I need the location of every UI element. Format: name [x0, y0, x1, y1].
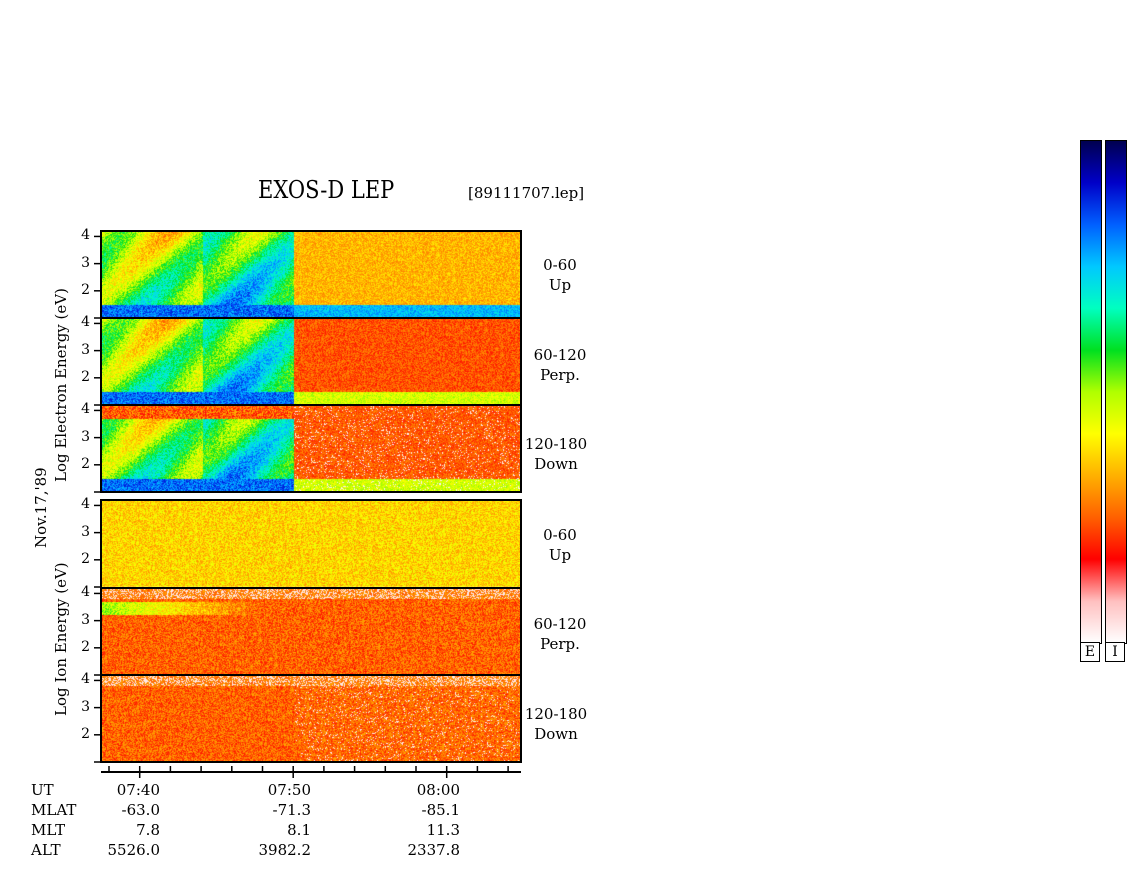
- mlat-value-3: -85.1: [421, 801, 460, 819]
- ut-value-2: 07:50: [267, 781, 311, 799]
- panel-label-4: 0-60 Up: [543, 526, 577, 564]
- alt-value-2: 3982.2: [258, 841, 312, 859]
- y-tick-label: 2: [81, 281, 90, 298]
- mlt-value-1: 7.8: [136, 821, 160, 839]
- electron-colorbar: [1080, 140, 1102, 644]
- ion-panel-frame: [100, 499, 522, 763]
- ut-value-3: 08:00: [416, 781, 460, 799]
- alt-value-3: 2337.8: [407, 841, 461, 859]
- y-tick-label: 2: [81, 550, 90, 567]
- y-tick-label: 2: [81, 725, 90, 742]
- mlat-value-2: -71.3: [272, 801, 311, 819]
- ephemeris-label-ut: UT: [31, 781, 54, 799]
- y-tick-label: 3: [81, 428, 90, 445]
- ion-colorbar-label: I: [1105, 642, 1125, 662]
- panel-label-2: 60-120 Perp.: [533, 346, 587, 384]
- mlt-value-2: 8.1: [287, 821, 311, 839]
- mlt-value-3: 11.3: [426, 821, 460, 839]
- y-tick-label: 2: [81, 455, 90, 472]
- panel-label-1: 0-60 Up: [543, 256, 577, 294]
- electron-colorbar-label: E: [1080, 642, 1100, 662]
- y-tick-label: 4: [81, 671, 90, 688]
- y-tick-label: 4: [81, 401, 90, 418]
- y-tick-label: 3: [81, 254, 90, 271]
- y-tick-label: 2: [81, 638, 90, 655]
- mlat-value-1: -63.0: [121, 801, 160, 819]
- ion-y-axis-label: Log Ion Energy (eV): [52, 562, 70, 716]
- y-tick-label: 3: [81, 341, 90, 358]
- y-tick-label: 4: [81, 496, 90, 513]
- electron-y-axis-label: Log Electron Energy (eV): [52, 288, 70, 482]
- panel-label-5: 60-120 Perp.: [533, 615, 587, 653]
- y-tick-label: 4: [81, 584, 90, 601]
- panel-label-3: 120-180 Down: [524, 435, 588, 473]
- panel-label-6: 120-180 Down: [524, 705, 588, 743]
- ephemeris-label-mlt: MLT: [31, 821, 66, 839]
- y-tick-label: 3: [81, 611, 90, 628]
- y-tick-label: 3: [81, 523, 90, 540]
- alt-value-1: 5526.0: [107, 841, 161, 859]
- electron-panel-frame: [100, 230, 522, 493]
- y-tick-label: 3: [81, 698, 90, 715]
- y-tick-label: 4: [81, 227, 90, 244]
- date-label: Nov.17,'89: [32, 467, 50, 548]
- ephemeris-label-alt: ALT: [31, 841, 61, 859]
- ut-value-1: 07:40: [116, 781, 160, 799]
- y-tick-label: 4: [81, 314, 90, 331]
- y-tick-label: 2: [81, 368, 90, 385]
- ion-colorbar: [1105, 140, 1127, 644]
